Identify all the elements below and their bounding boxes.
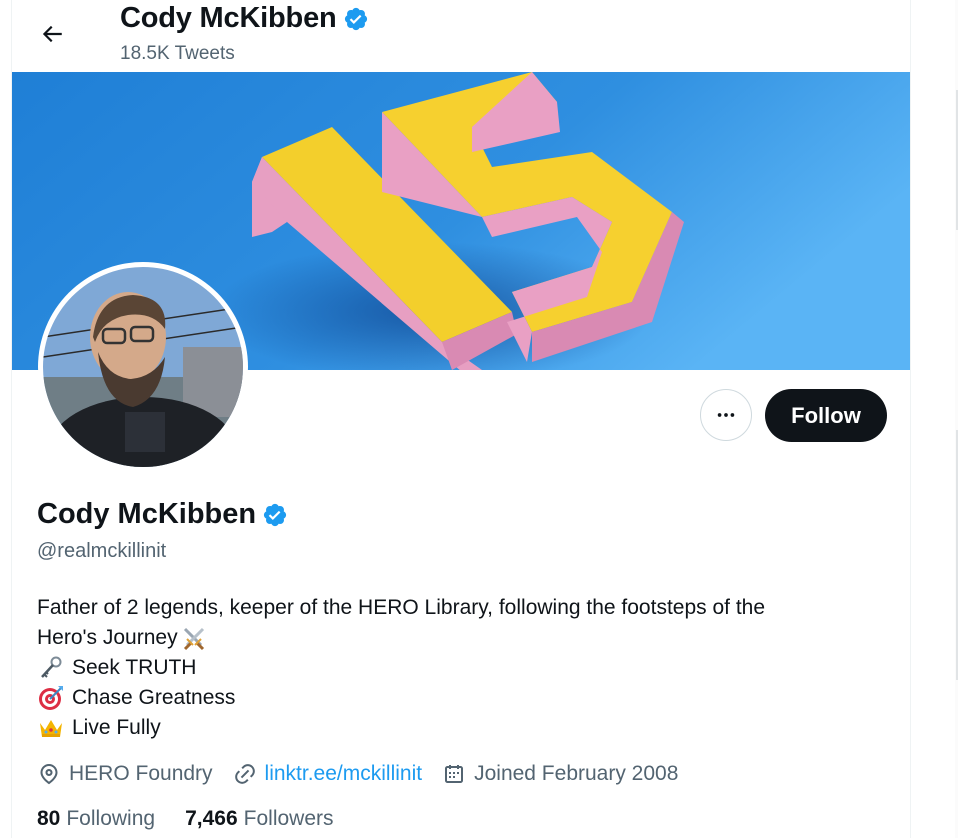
link-icon: [234, 764, 255, 784]
bio-line: Live Fully: [37, 713, 877, 743]
bio-text: Hero's Journey: [37, 626, 178, 649]
bio-text: Father of 2 legends, keeper of the HERO …: [37, 596, 766, 619]
display-name-text: Cody McKibben: [37, 498, 257, 530]
display-name: Cody McKibben: [37, 498, 288, 531]
header-name-text: Cody McKibben: [120, 2, 337, 34]
bio-text: Seek TRUTH: [72, 656, 197, 679]
verified-badge-icon[interactable]: [262, 502, 288, 528]
following-stat[interactable]: 80 Following: [37, 807, 155, 831]
follow-button[interactable]: Follow: [765, 389, 887, 442]
location-text: HERO Foundry: [69, 762, 213, 785]
bio-line: Hero's Journey: [37, 623, 877, 653]
location-pin-icon: [40, 764, 58, 785]
crossed-swords-emoji: [180, 624, 208, 652]
header-name: Cody McKibben: [120, 2, 369, 35]
bio-line: Chase Greatness: [37, 683, 877, 713]
bio-text: Chase Greatness: [72, 686, 236, 709]
profile-header-bar: Cody McKibben 18.5K Tweets: [12, 0, 910, 72]
location-item: HERO Foundry: [37, 762, 213, 786]
followers-stat[interactable]: 7,466 Followers: [185, 807, 333, 831]
profile-bio: Father of 2 legends, keeper of the HERO …: [37, 593, 877, 743]
following-count: 80: [37, 807, 61, 830]
profile-avatar[interactable]: [38, 262, 248, 472]
bio-line: Seek TRUTH: [37, 653, 877, 683]
follow-stats: 80 Following 7,466 Followers: [37, 807, 364, 831]
more-options-button[interactable]: [700, 389, 752, 441]
website-link[interactable]: linktr.ee/mckillinit: [265, 762, 423, 786]
avatar-image: [43, 267, 243, 467]
tweet-count: 18.5K Tweets: [120, 43, 235, 64]
more-dots-icon: [717, 413, 735, 417]
joined-item: Joined February 2008: [442, 762, 678, 786]
user-handle: @realmckillinit: [37, 540, 167, 562]
avatar-photo: [43, 267, 243, 467]
bio-line: Father of 2 legends, keeper of the HERO …: [37, 593, 877, 623]
profile-meta: HERO Foundry linktr.ee/mckillinit Joined…: [37, 759, 698, 789]
crown-emoji: [37, 714, 65, 742]
joined-text: Joined February 2008: [474, 762, 679, 785]
back-button[interactable]: [32, 14, 72, 54]
following-label: Following: [66, 807, 156, 830]
key-emoji: [37, 654, 65, 682]
verified-badge-icon: [344, 7, 367, 30]
followers-count: 7,466: [185, 807, 238, 830]
followers-label: Followers: [243, 807, 334, 830]
target-emoji: [37, 684, 65, 712]
website-item[interactable]: linktr.ee/mckillinit: [233, 762, 423, 786]
arrow-left-icon: [42, 25, 62, 43]
bio-text: Live Fully: [72, 716, 161, 739]
calendar-icon: [445, 765, 464, 783]
profile-column: Cody McKibben 18.5K Tweets Follow Cody M…: [11, 0, 911, 838]
